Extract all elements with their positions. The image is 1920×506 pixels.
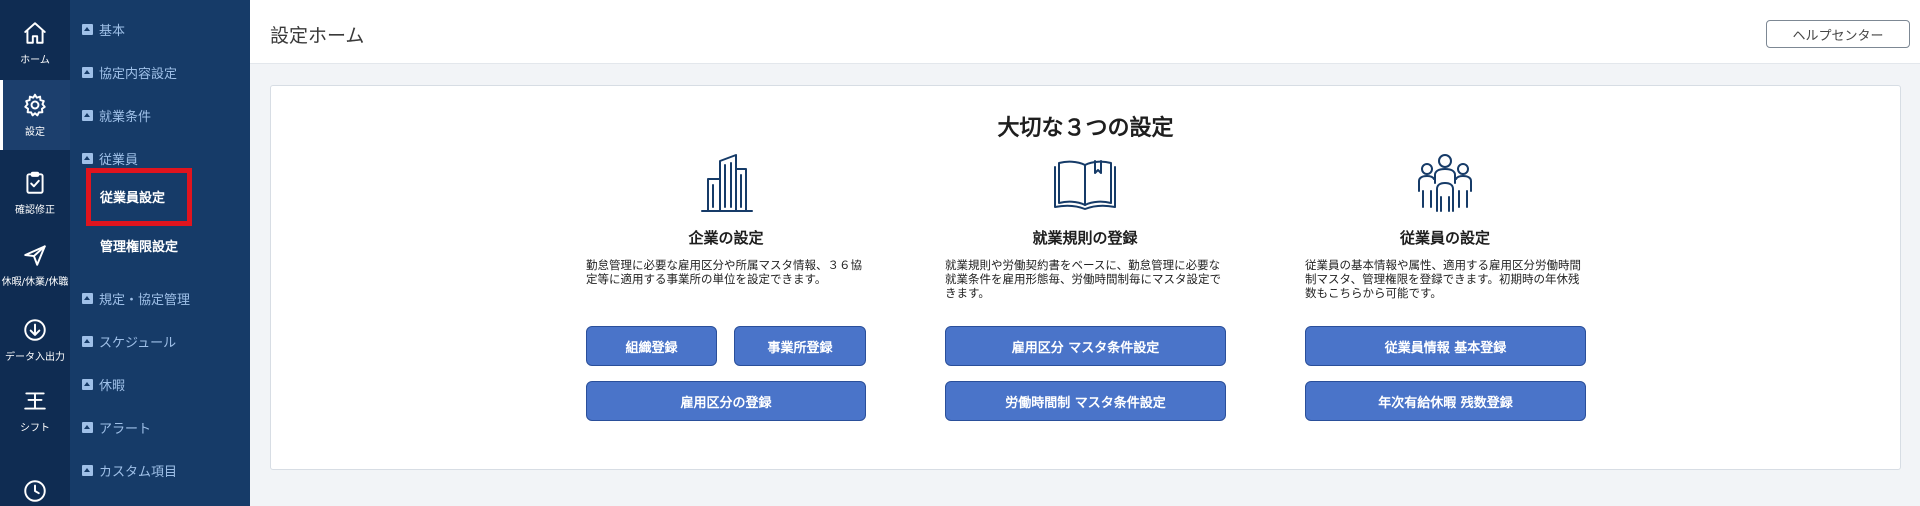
rail-label-settings: 設定 — [25, 127, 45, 138]
collapse-icon — [82, 293, 93, 304]
nav-cat-schedule[interactable]: スケジュール — [82, 332, 176, 351]
settings-subnav: 基本 協定内容設定 就業条件 従業員 従業員設定 管理権限設定 規定・協定管理 … — [70, 0, 250, 506]
working-hours-master-button[interactable]: 労働時間制 マスタ条件設定 — [945, 381, 1226, 421]
nav-item-permission-settings[interactable]: 管理権限設定 — [100, 236, 178, 255]
rail-item-leave[interactable]: 休暇/休業/休職 — [0, 230, 70, 300]
icon-rail: ホーム 設定 確認修正 休暇/休業/休職 データ入出力 シフト — [0, 0, 70, 506]
nav-cat-custom[interactable]: カスタム項目 — [82, 461, 177, 480]
nav-cat-agreement[interactable]: 協定内容設定 — [82, 63, 177, 82]
plane-icon — [24, 245, 46, 266]
collapse-icon — [82, 110, 93, 121]
section-title: 企業の設定 — [688, 229, 764, 247]
paid-leave-balance-button[interactable]: 年次有給休暇 残数登録 — [1305, 381, 1586, 421]
collapse-icon — [82, 422, 93, 433]
nav-cat-leave[interactable]: 休暇 — [82, 375, 125, 394]
nav-cat-alert[interactable]: アラート — [82, 418, 151, 437]
section-title: 従業員の設定 — [1399, 229, 1490, 247]
clipboard-check-icon — [26, 171, 44, 194]
employee-settings-section: 従業員の設定 従業員の基本情報や属性、適用する雇用区分労働時間制マスタ、管理権限… — [1305, 151, 1585, 300]
rail-item-data-io[interactable]: データ入出力 — [0, 305, 70, 375]
gear-icon — [24, 93, 46, 117]
section-title: 就業規則の登録 — [1032, 229, 1138, 247]
collapse-icon — [82, 336, 93, 347]
rail-label-home: ホーム — [20, 55, 50, 66]
rail-label-shift: シフト — [20, 423, 50, 434]
home-icon — [24, 22, 46, 44]
rail-label-leave: 休暇/休業/休職 — [1, 277, 69, 288]
rail-item-shift[interactable]: シフト — [0, 376, 70, 446]
rail-label-data-io: データ入出力 — [5, 352, 65, 363]
rail-item-clock[interactable] — [0, 456, 70, 506]
section-description: 勤怠管理に必要な雇用区分や所属マスタ情報、３６協定等に適用する事業所の単位を設定… — [586, 258, 862, 286]
work-rules-section: 就業規則の登録 就業規則や労働契約書をベースに、勤怠管理に必要な就業条件を雇用形… — [945, 151, 1225, 300]
company-settings-section: 企業の設定 勤怠管理に必要な雇用区分や所属マスタ情報、３６協定等に適用する事業所… — [586, 151, 866, 286]
nav-cat-label: 協定内容設定 — [99, 67, 178, 82]
help-center-button[interactable]: ヘルプセンター — [1766, 20, 1910, 48]
clock-icon — [24, 480, 46, 502]
building-icon — [694, 151, 758, 215]
nav-cat-label: スケジュール — [99, 336, 177, 351]
page-header: 設定ホーム ヘルプセンター — [250, 0, 1920, 64]
nav-cat-label: 従業員 — [99, 153, 139, 168]
collapse-icon — [82, 465, 93, 476]
people-icon — [1413, 151, 1477, 215]
org-register-button[interactable]: 組織登録 — [586, 326, 717, 366]
employment-type-register-button[interactable]: 雇用区分の登録 — [586, 381, 866, 421]
nav-cat-label: 基本 — [99, 24, 126, 39]
nav-cat-basic[interactable]: 基本 — [82, 20, 125, 39]
collapse-icon — [82, 24, 93, 35]
collapse-icon — [82, 153, 93, 164]
rail-item-home[interactable]: ホーム — [0, 8, 70, 78]
section-description: 就業規則や労働契約書をベースに、勤怠管理に必要な就業条件を雇用形態毎、労働時間制… — [945, 258, 1221, 300]
important-settings-card: 大切な３つの設定 企業の設定 勤怠管理に必要な雇用区分や所属マスタ情報、３６協定… — [270, 85, 1901, 470]
employee-info-register-button[interactable]: 従業員情報 基本登録 — [1305, 326, 1586, 366]
card-title: 大切な３つの設定 — [997, 116, 1174, 141]
highlight-annotation — [86, 168, 192, 226]
nav-cat-label: アラート — [99, 422, 152, 437]
rail-item-settings[interactable]: 設定 — [0, 80, 70, 150]
employment-type-master-button[interactable]: 雇用区分 マスタ条件設定 — [945, 326, 1226, 366]
rail-item-confirm[interactable]: 確認修正 — [0, 158, 70, 228]
page-title: 設定ホーム — [270, 25, 365, 47]
collapse-icon — [82, 379, 93, 390]
nav-cat-work-conditions[interactable]: 就業条件 — [82, 106, 151, 125]
nav-cat-label: 就業条件 — [99, 110, 152, 125]
office-register-button[interactable]: 事業所登録 — [734, 326, 866, 366]
shift-icon — [24, 392, 46, 410]
nav-cat-rules[interactable]: 規定・協定管理 — [82, 289, 190, 308]
book-icon — [1053, 151, 1117, 215]
download-icon — [24, 319, 46, 341]
nav-cat-employees[interactable]: 従業員 — [82, 149, 138, 168]
section-description: 従業員の基本情報や属性、適用する雇用区分労働時間制マスタ、管理権限を登録できます… — [1305, 258, 1581, 300]
collapse-icon — [82, 67, 93, 78]
nav-cat-label: 休暇 — [99, 379, 126, 394]
nav-cat-label: カスタム項目 — [99, 465, 178, 480]
nav-cat-label: 規定・協定管理 — [99, 293, 191, 308]
rail-label-confirm: 確認修正 — [15, 205, 55, 216]
